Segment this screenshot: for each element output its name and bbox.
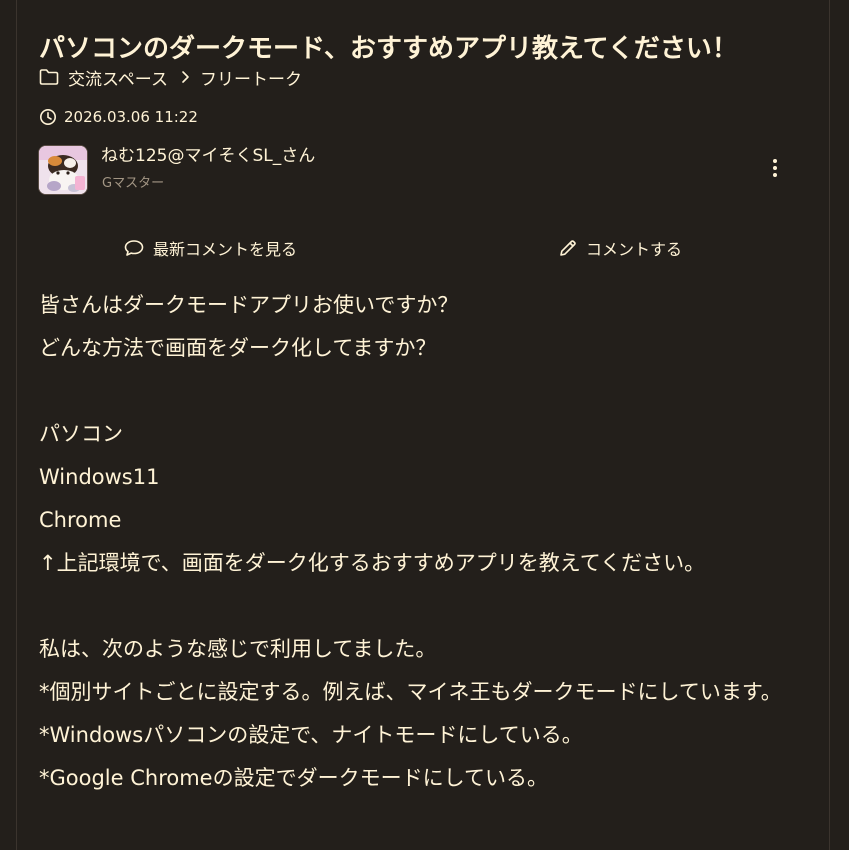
pencil-icon <box>558 238 578 258</box>
post-date: 2026.03.06 11:22 <box>39 106 198 128</box>
body-line: Windows11 <box>39 465 160 489</box>
breadcrumb-link-category[interactable]: 交流スペース <box>68 65 168 90</box>
author-name[interactable]: ねむ125@マイそくSL_さん <box>101 145 315 167</box>
body-line: *Google Chromeの設定でダークモードにしている。 <box>39 766 548 790</box>
body-line: どんな方法で画面をダーク化してますか？ <box>39 336 437 360</box>
post-actions: 最新コメントを見る コメントする <box>17 231 829 265</box>
write-comment-button[interactable]: コメントする <box>558 231 682 265</box>
body-line: 皆さんはダークモードアプリお使いですか？ <box>39 293 459 317</box>
view-latest-comments-button[interactable]: 最新コメントを見る <box>123 231 297 265</box>
panel-border-right <box>829 0 830 850</box>
view-latest-comments-label: 最新コメントを見る <box>153 240 298 259</box>
chevron-right-icon <box>180 70 190 84</box>
body-line: ↑上記環境で、画面をダーク化するおすすめアプリを教えてください。 <box>39 551 706 575</box>
avatar[interactable] <box>38 145 88 195</box>
post-page: パソコンのダークモード、おすすめアプリ教えてください！ 交流スペース フリートー… <box>0 0 849 850</box>
body-line: *Windowsパソコンの設定で、ナイトモードにしている。 <box>39 723 583 747</box>
body-blank-line <box>39 370 819 413</box>
breadcrumb-link-subcategory[interactable]: フリートーク <box>200 65 302 90</box>
more-vertical-icon <box>772 158 778 182</box>
more-options-button[interactable] <box>765 156 785 184</box>
post-body: 皆さんはダークモードアプリお使いですか？ どんな方法で画面をダーク化してますか？… <box>39 284 819 800</box>
author-rank: Gマスター <box>102 176 165 191</box>
body-line: *個別サイトごとに設定する。例えば、マイネ王もダークモードにしています。 <box>39 680 782 704</box>
body-line: Chrome <box>39 508 122 532</box>
clock-icon <box>39 108 57 126</box>
body-line: パソコン <box>39 422 123 446</box>
folder-icon <box>39 68 59 86</box>
body-line: 私は、次のような感じで利用してました。 <box>39 637 437 661</box>
speech-bubble-icon <box>123 238 145 258</box>
post-datetime: 2026.03.06 11:22 <box>64 108 198 126</box>
breadcrumb: 交流スペース フリートーク <box>39 64 302 90</box>
panel-border-left <box>16 0 17 850</box>
author-block: ねむ125@マイそくSL_さん Gマスター <box>38 143 793 197</box>
write-comment-label: コメントする <box>586 240 683 259</box>
body-blank-line <box>39 585 819 628</box>
